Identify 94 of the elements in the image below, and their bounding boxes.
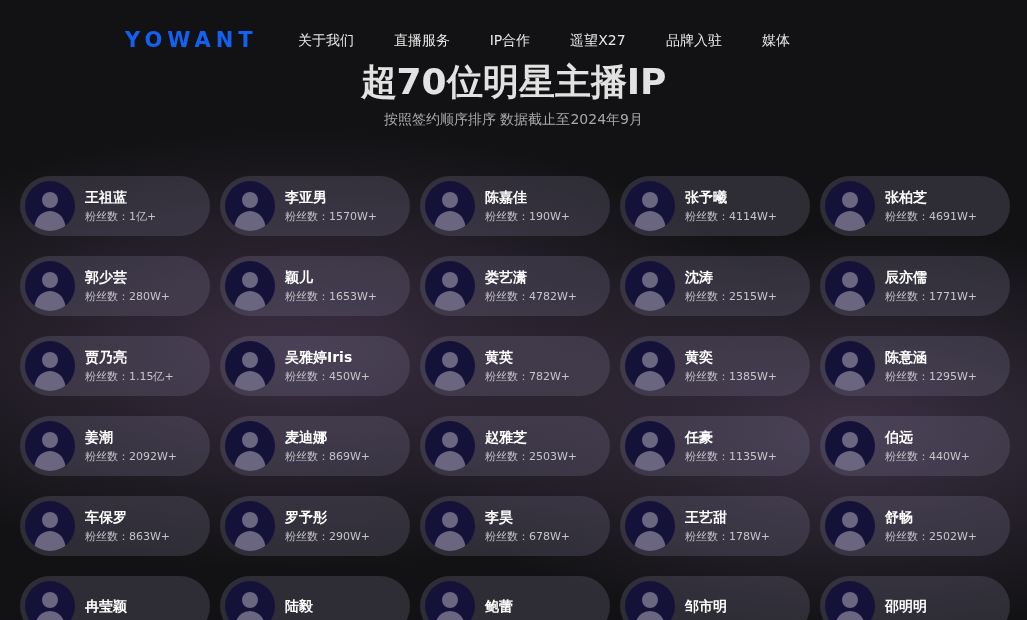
star-card[interactable]: 陆毅 xyxy=(220,576,410,620)
fan-count: 粉丝数：1653W+ xyxy=(285,290,378,304)
star-name: 姜潮 xyxy=(85,429,114,446)
fan-count: 粉丝数：280W+ xyxy=(85,290,171,304)
fan-count: 粉丝数：178W+ xyxy=(685,530,771,544)
fan-count: 粉丝数：1771W+ xyxy=(885,290,978,304)
star-name: 邹市明 xyxy=(685,597,727,615)
nav-link[interactable]: 直播服务 xyxy=(383,29,460,51)
star-card[interactable]: 舒畅 粉丝数：2502W+ xyxy=(820,496,1010,557)
star-card[interactable]: 张柏芝 粉丝数：4691W+ xyxy=(820,176,1010,237)
star-name: 麦迪娜 xyxy=(285,429,328,446)
star-name: 黄英 xyxy=(485,349,514,366)
star-name: 李昊 xyxy=(485,509,514,526)
fan-count: 粉丝数：440W+ xyxy=(885,450,971,464)
star-card[interactable]: 鲍蕾 xyxy=(420,576,610,620)
star-name: 吴雅婷Iris xyxy=(285,349,354,366)
fan-count: 粉丝数：290W+ xyxy=(285,530,371,544)
fan-count: 粉丝数：4782W+ xyxy=(485,290,578,304)
page-subtitle: 按照签约顺序排序 数据截止至2024年9月 xyxy=(383,110,644,130)
fan-count: 粉丝数：782W+ xyxy=(485,370,571,384)
fan-count: 粉丝数：2503W+ xyxy=(485,450,578,464)
fan-count: 粉丝数：190W+ xyxy=(485,210,571,224)
star-card[interactable]: 冉莹颖 xyxy=(20,576,210,620)
star-name: 张柏芝 xyxy=(885,189,928,206)
star-name: 冉莹颖 xyxy=(85,597,127,615)
star-card[interactable]: 车保罗 粉丝数：863W+ xyxy=(20,496,210,557)
star-card[interactable]: 罗予彤 粉丝数：290W+ xyxy=(220,496,410,557)
fan-count: 粉丝数：2515W+ xyxy=(685,290,778,304)
nav-link[interactable]: 品牌入驻 xyxy=(655,29,732,51)
star-name: 王艺甜 xyxy=(685,509,728,526)
star-name: 舒畅 xyxy=(885,509,914,526)
star-name: 李亚男 xyxy=(285,189,328,206)
star-name: 沈涛 xyxy=(685,269,714,286)
star-name: 陈嘉佳 xyxy=(485,189,528,206)
star-card[interactable]: 娄艺潇 粉丝数：4782W+ xyxy=(420,256,610,317)
star-card[interactable]: 郭少芸 粉丝数：280W+ xyxy=(20,256,210,317)
star-card[interactable]: 李昊 粉丝数：678W+ xyxy=(420,496,610,557)
star-name: 贾乃亮 xyxy=(85,349,128,366)
star-card[interactable]: 辰亦儒 粉丝数：1771W+ xyxy=(820,256,1010,317)
star-card[interactable]: 陈意涵 粉丝数：1295W+ xyxy=(820,336,1010,397)
star-name: 颖儿 xyxy=(285,269,314,286)
star-card[interactable]: 王祖蓝 粉丝数：1亿+ xyxy=(20,176,210,237)
star-card[interactable]: 陈嘉佳 粉丝数：190W+ xyxy=(420,176,610,237)
fan-count: 粉丝数：1.15亿+ xyxy=(85,370,174,384)
star-card[interactable]: 黄奕 粉丝数：1385W+ xyxy=(620,336,810,397)
star-card[interactable]: 张予曦 粉丝数：4114W+ xyxy=(620,176,810,237)
star-name: 车保罗 xyxy=(85,509,128,526)
fan-count: 粉丝数：863W+ xyxy=(85,530,171,544)
star-name: 王祖蓝 xyxy=(85,189,128,206)
star-card[interactable]: 贾乃亮 粉丝数：1.15亿+ xyxy=(20,336,210,397)
fan-count: 粉丝数：678W+ xyxy=(485,530,571,544)
star-name: 伯远 xyxy=(885,429,914,446)
fan-count: 粉丝数：1385W+ xyxy=(685,370,778,384)
fan-count: 粉丝数：4691W+ xyxy=(885,210,978,224)
star-card[interactable]: 麦迪娜 粉丝数：869W+ xyxy=(220,416,410,477)
star-name: 娄艺潇 xyxy=(485,269,528,286)
star-card[interactable]: 任豪 粉丝数：1135W+ xyxy=(620,416,810,477)
fan-count: 粉丝数：450W+ xyxy=(285,370,371,384)
fan-count: 粉丝数：869W+ xyxy=(285,450,371,464)
star-card[interactable]: 王艺甜 粉丝数：178W+ xyxy=(620,496,810,557)
fan-count: 粉丝数：1135W+ xyxy=(685,450,778,464)
nav-link[interactable]: 关于我们 xyxy=(287,29,364,51)
star-card[interactable]: 李亚男 粉丝数：1570W+ xyxy=(220,176,410,237)
star-name: 黄奕 xyxy=(685,349,714,366)
star-card[interactable]: 伯远 粉丝数：440W+ xyxy=(820,416,1010,477)
fan-count: 粉丝数：2502W+ xyxy=(885,530,978,544)
star-card[interactable]: 吴雅婷Iris 粉丝数：450W+ xyxy=(220,336,410,397)
star-card[interactable]: 颖儿 粉丝数：1653W+ xyxy=(220,256,410,317)
star-name: 鲍蕾 xyxy=(485,597,513,615)
star-name: 赵雅芝 xyxy=(485,429,528,446)
star-name: 陈意涵 xyxy=(885,349,928,366)
fan-count: 粉丝数：2092W+ xyxy=(85,450,178,464)
star-name: 邵明明 xyxy=(885,597,927,615)
fan-count: 粉丝数：1295W+ xyxy=(885,370,978,384)
star-name: 陆毅 xyxy=(285,597,313,615)
nav-link[interactable]: IP合作 xyxy=(479,29,541,51)
nav-link[interactable]: 遥望X27 xyxy=(560,29,636,51)
star-card[interactable]: 沈涛 粉丝数：2515W+ xyxy=(620,256,810,317)
fan-count: 粉丝数：4114W+ xyxy=(685,210,778,224)
star-card[interactable]: 邵明明 xyxy=(820,576,1010,620)
star-name: 罗予彤 xyxy=(285,509,328,526)
fan-count: 粉丝数：1亿+ xyxy=(85,210,157,224)
star-card[interactable]: 邹市明 xyxy=(620,576,810,620)
star-name: 张予曦 xyxy=(685,189,728,206)
star-card[interactable]: 赵雅芝 粉丝数：2503W+ xyxy=(420,416,610,477)
fan-count: 粉丝数：1570W+ xyxy=(285,210,378,224)
star-card[interactable]: 姜潮 粉丝数：2092W+ xyxy=(20,416,210,477)
logo[interactable]: YOWANT xyxy=(125,29,258,51)
nav-link[interactable]: 媒体 xyxy=(751,29,800,51)
page-title: 超70位明星主播IP xyxy=(359,60,668,104)
star-card[interactable]: 黄英 粉丝数：782W+ xyxy=(420,336,610,397)
star-name: 任豪 xyxy=(685,429,714,446)
star-name: 辰亦儒 xyxy=(885,269,928,286)
star-name: 郭少芸 xyxy=(85,269,128,286)
